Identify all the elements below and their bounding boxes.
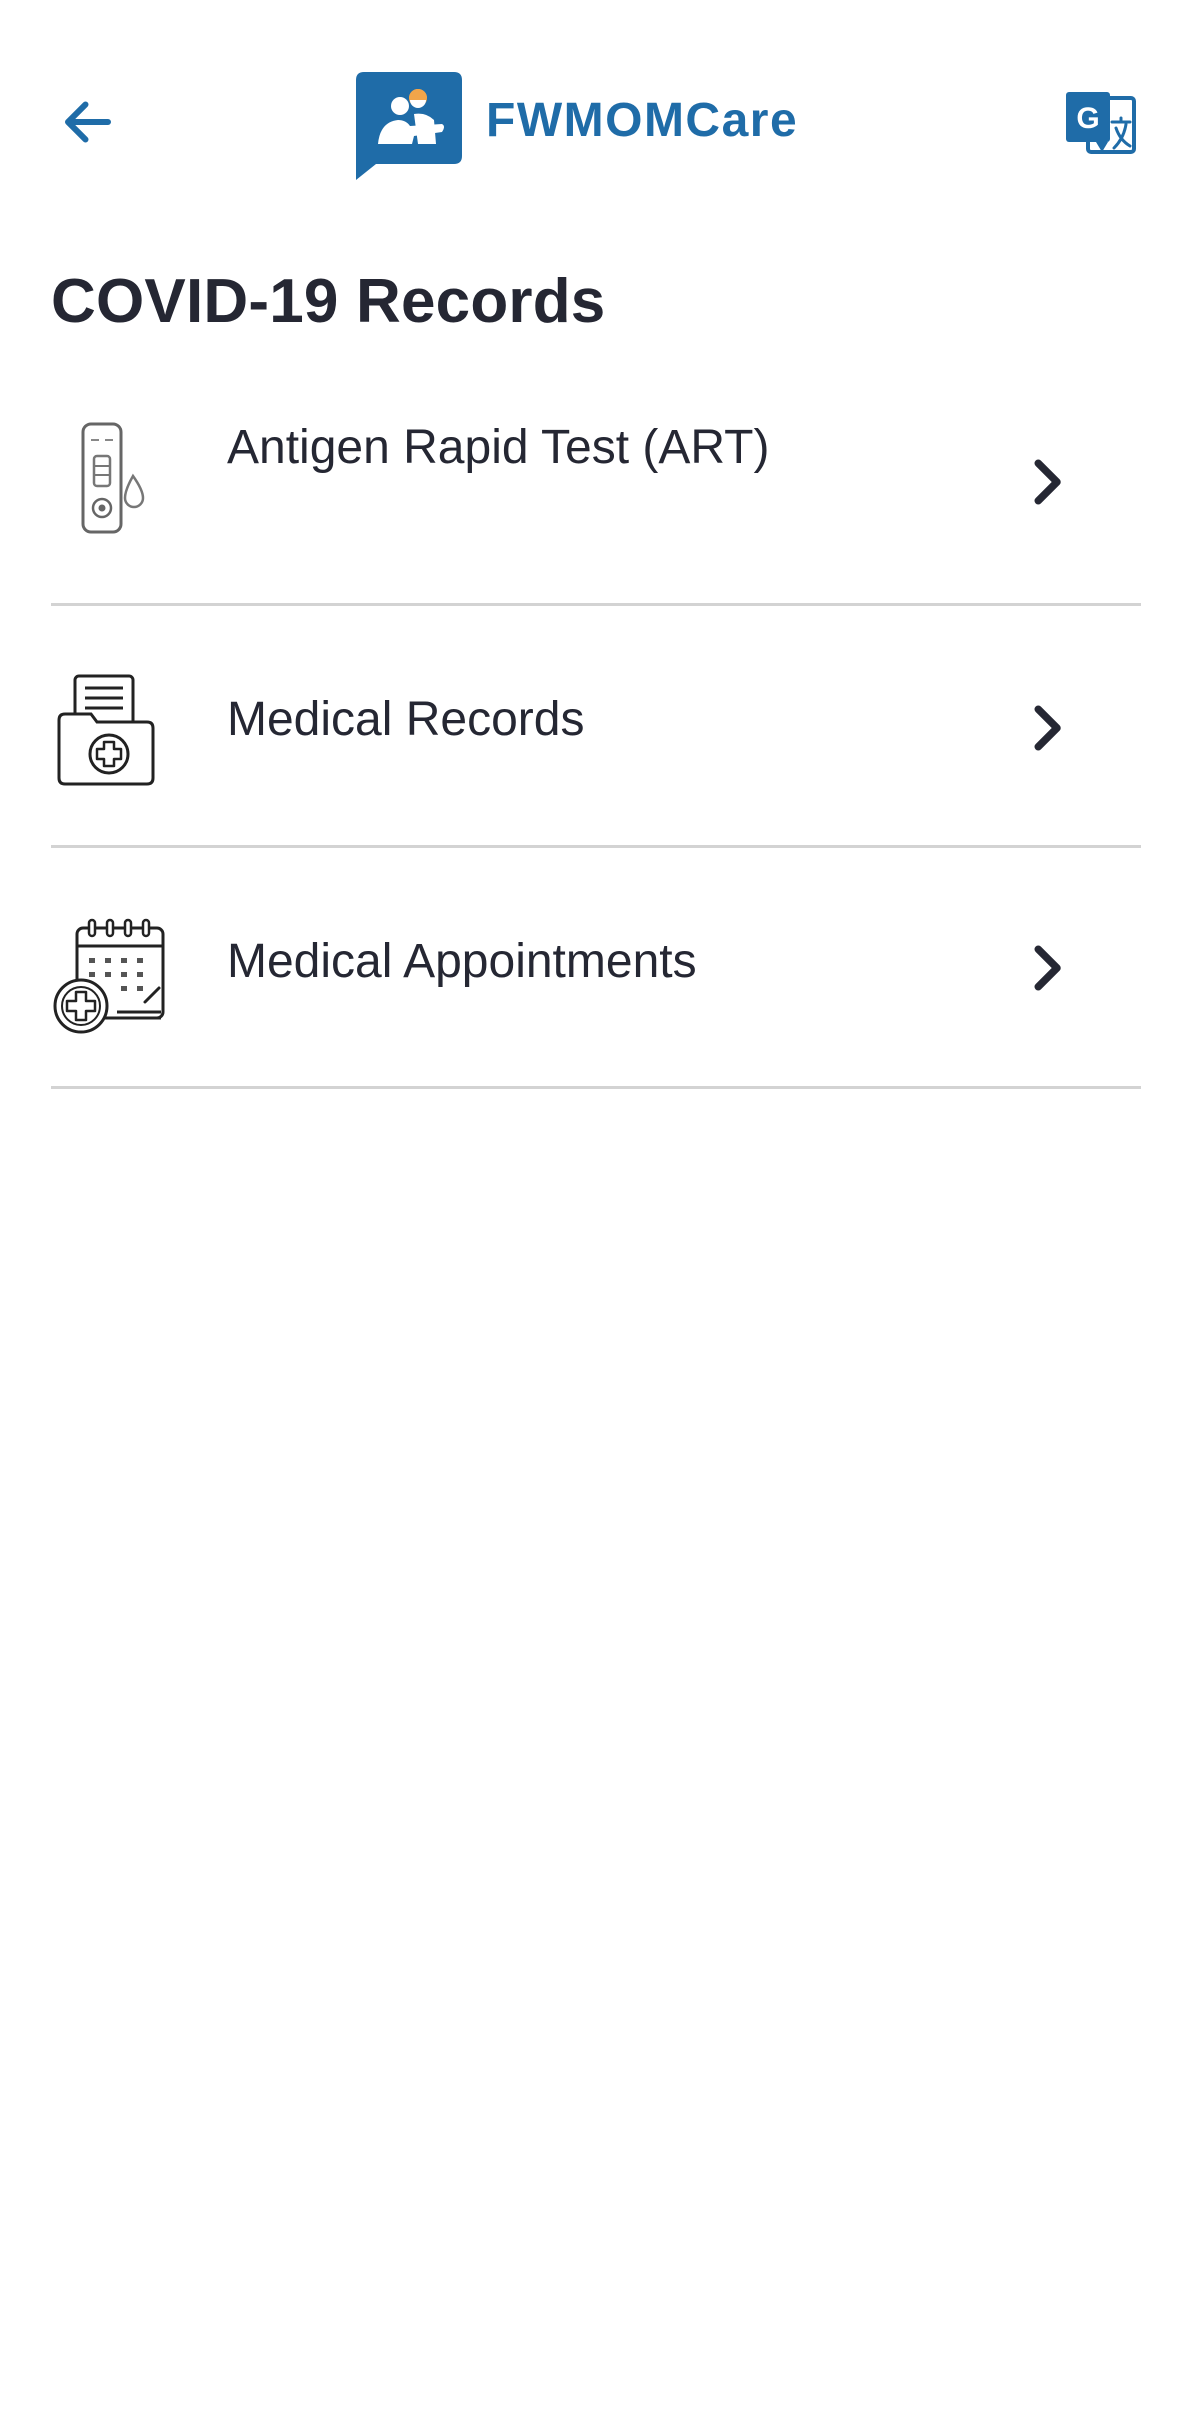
arrow-left-icon	[65, 101, 111, 143]
menu-item-medical-appointments[interactable]: Medical Appointments	[51, 848, 1141, 1089]
chevron-right-icon	[1034, 459, 1061, 505]
svg-text:G: G	[1076, 102, 1099, 135]
medical-calendar-icon	[53, 918, 165, 1034]
antigen-test-kit-icon	[81, 422, 145, 534]
menu-item-label: Medical Records	[227, 693, 585, 746]
app-header: FWMOMCare G	[0, 0, 1191, 200]
menu-item-medical-records[interactable]: Medical Records	[51, 606, 1141, 848]
medical-folder-icon	[57, 674, 155, 786]
menu-item-antigen-rapid-test[interactable]: Antigen Rapid Test (ART)	[51, 390, 1141, 606]
google-translate-icon: G	[1066, 92, 1136, 154]
covid-records-screen: FWMOMCare G COVID-19 Records Antigen Rap…	[0, 0, 1191, 2424]
back-button[interactable]	[44, 78, 132, 166]
app-name: FWMOMCare	[486, 94, 799, 147]
records-menu-list: Antigen Rapid Test (ART) Medical Records	[51, 390, 1141, 1089]
translate-button[interactable]: G	[1062, 88, 1138, 164]
chevron-right-icon	[1034, 705, 1061, 751]
app-logo: FWMOMCare	[354, 70, 798, 180]
menu-item-label: Antigen Rapid Test (ART)	[227, 421, 770, 474]
menu-item-label: Medical Appointments	[227, 935, 697, 988]
chevron-right-icon	[1034, 945, 1061, 991]
fwmomcare-logo-icon	[356, 72, 462, 180]
page-title: COVID-19 Records	[51, 267, 606, 336]
